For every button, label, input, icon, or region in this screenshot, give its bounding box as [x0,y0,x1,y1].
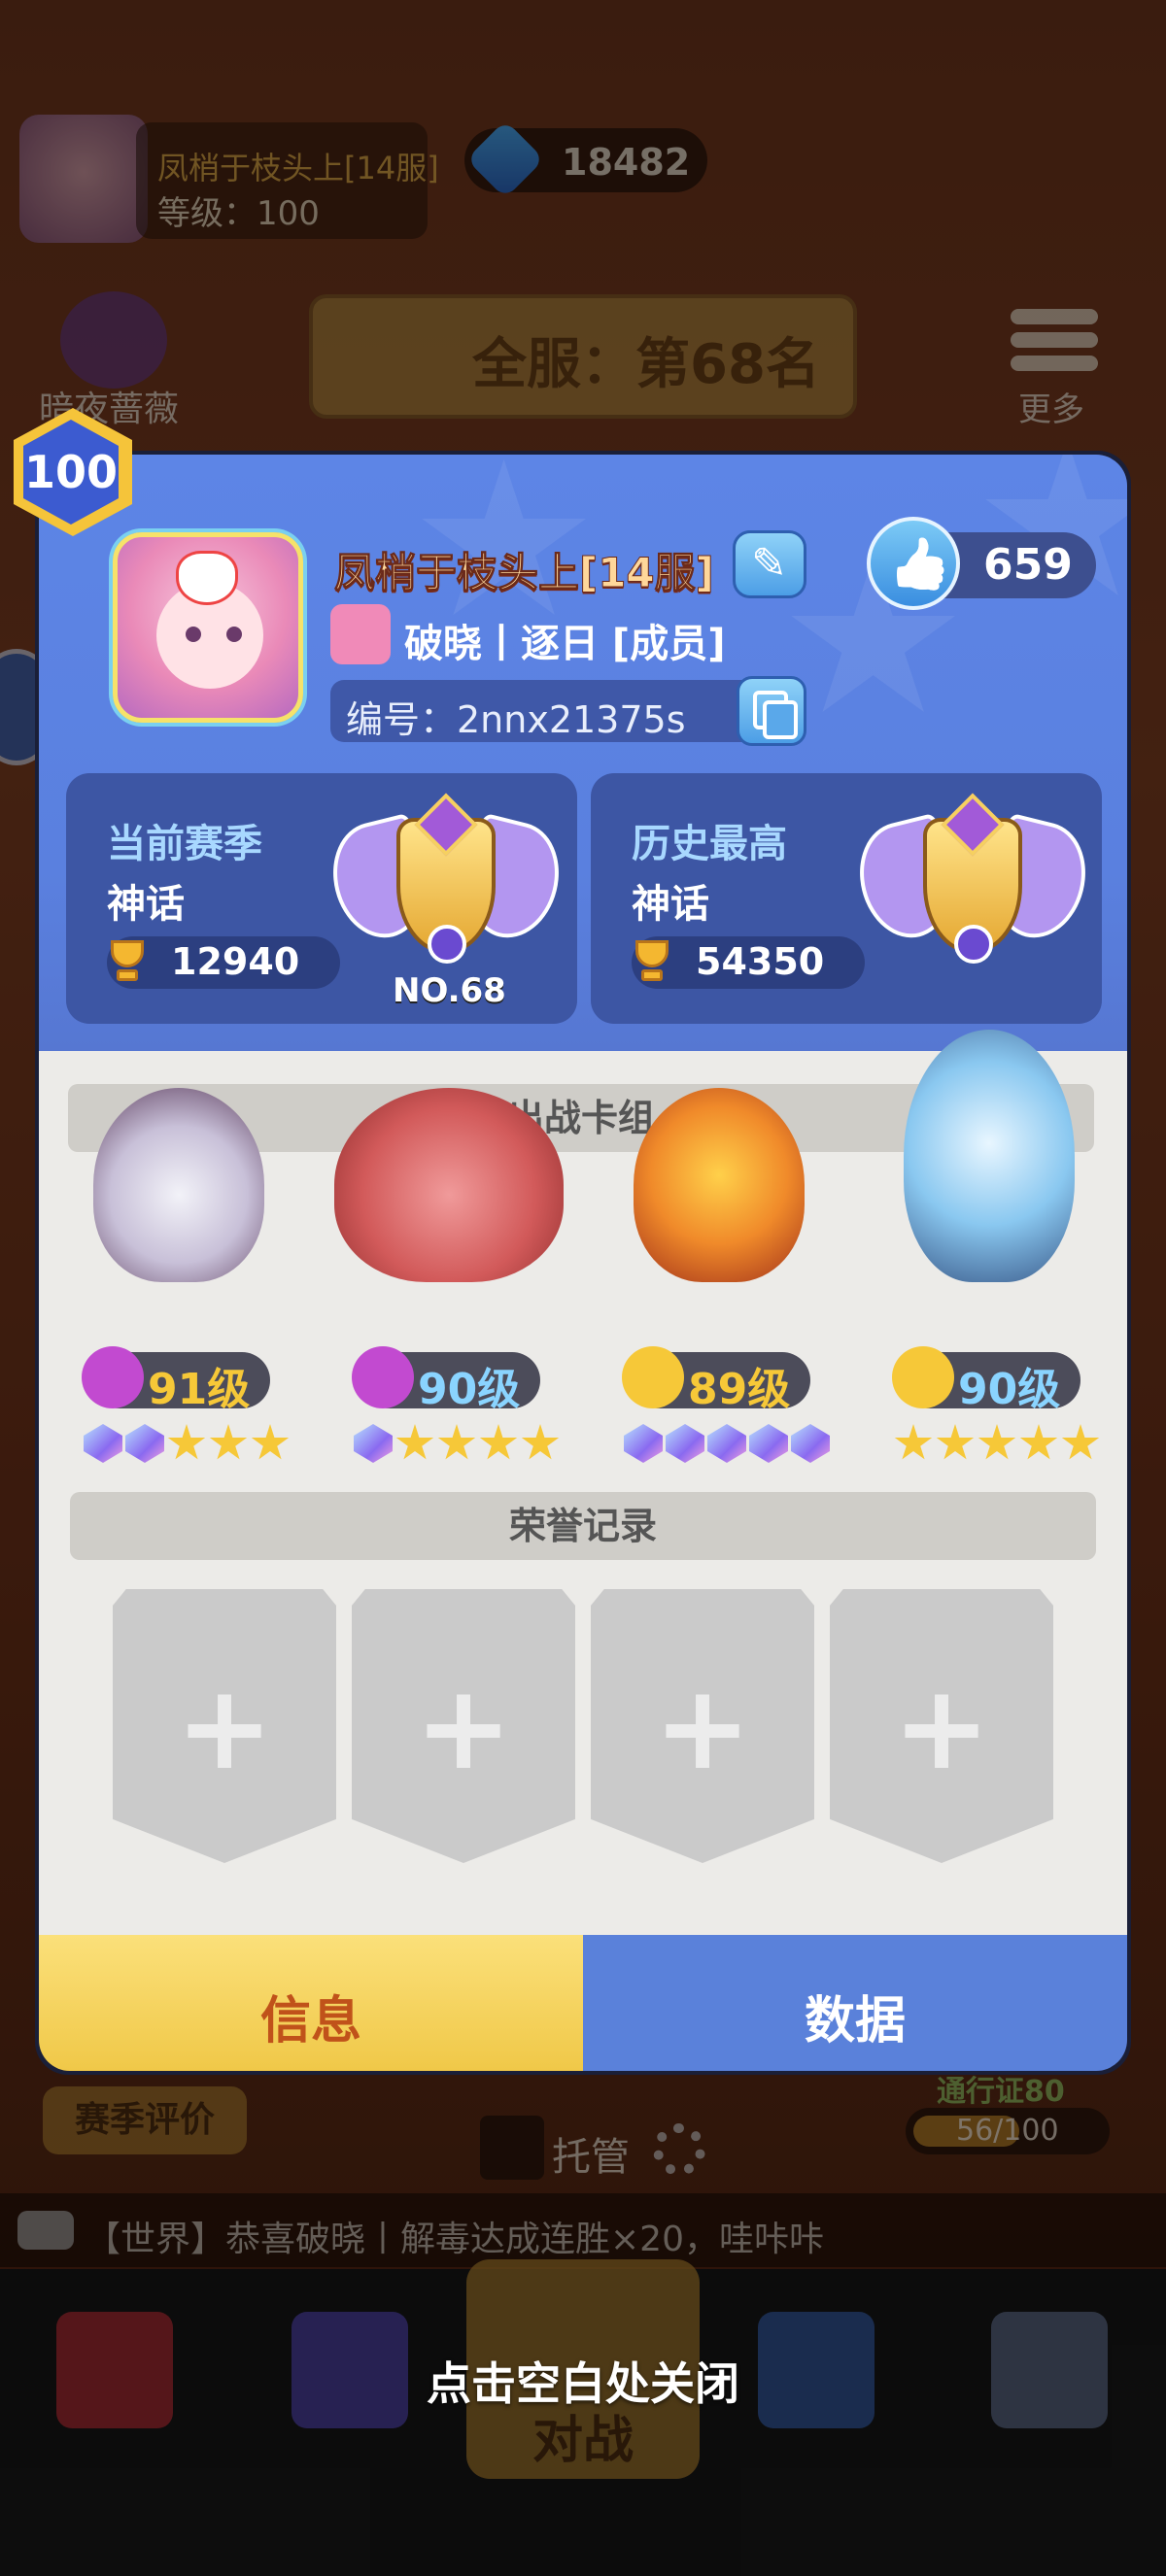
trophy-icon [103,938,150,985]
copy-id-button[interactable] [737,676,806,746]
gem-star-icon [354,1424,393,1463]
gold-star-icon [1061,1424,1100,1460]
guild-icon [330,604,391,664]
mythic-rank-emblem [847,793,1098,993]
hero-star-rating [624,1424,838,1467]
best-trophy-count: 54350 [696,940,825,983]
gold-star-icon [977,1424,1016,1460]
deck-hero-4[interactable]: 90级 [865,1030,1114,1467]
guild-name: 破晓丨逐日 [成员] [404,622,726,666]
flower-icon [622,1346,684,1408]
thumbs-up-icon[interactable] [867,517,960,610]
hero-portrait [93,1088,264,1282]
mythic-rank-emblem [321,793,571,993]
hero-portrait [634,1088,805,1282]
trophy-icon [628,938,674,985]
gold-star-icon [209,1424,248,1460]
current-season-tier: 神话 [107,882,185,927]
profile-avatar [113,532,303,723]
like-count: 659 [983,540,1073,590]
edit-name-button[interactable] [733,530,806,598]
gem-star-icon [791,1424,830,1463]
best-season-tier: 神话 [632,882,709,927]
gem-star-icon [624,1424,663,1463]
gem-star-icon [125,1424,164,1463]
tab-info-label: 信息 [259,1992,361,2051]
flower-icon [352,1346,414,1408]
gold-star-icon [894,1424,933,1460]
add-icon: + [175,1661,274,1796]
current-trophy-count: 12940 [171,940,300,983]
hero-star-rating [354,1424,567,1467]
gem-star-icon [707,1424,746,1463]
hero-star-rating [894,1424,1108,1467]
hero-portrait [904,1030,1075,1282]
hero-portrait [334,1088,564,1282]
add-icon: + [414,1661,513,1796]
close-hint: 点击空白处关闭 [427,2357,739,2410]
current-season-title: 当前赛季 [107,822,262,866]
gold-star-icon [521,1424,560,1460]
hero-star-rating [84,1424,297,1467]
gold-star-icon [479,1424,518,1460]
best-season-title: 历史最高 [632,822,787,866]
hero-level: 91级 [148,1365,251,1414]
gem-star-icon [749,1424,788,1463]
honor-section-header: 荣誉记录 [70,1492,1096,1560]
hero-level: 89级 [688,1365,791,1414]
hero-level: 90级 [958,1365,1061,1414]
gold-star-icon [251,1424,290,1460]
rank-number: NO.68 [393,971,506,1010]
flower-icon [82,1346,144,1408]
hero-level: 90级 [418,1365,521,1414]
avatar-eye [186,627,201,642]
flower-icon [892,1346,954,1408]
player-name: 凤梢于枝头上[14服] [334,549,715,597]
gold-star-icon [1019,1424,1058,1460]
add-icon: + [653,1661,752,1796]
tab-data[interactable]: 数据 [583,1935,1127,2071]
tab-data-label: 数据 [804,1992,906,2051]
gem-star-icon [84,1424,122,1463]
tab-info[interactable]: 信息 [39,1935,583,2071]
avatar-eye [226,627,242,642]
gold-star-icon [167,1424,206,1460]
gold-star-icon [437,1424,476,1460]
player-id: 编号：2nnx21375s [346,698,686,741]
avatar-mask [176,551,238,605]
gold-star-icon [936,1424,975,1460]
gem-star-icon [666,1424,704,1463]
deck-hero-3[interactable]: 89级 [595,1059,843,1467]
gold-star-icon [395,1424,434,1460]
add-icon: + [892,1661,991,1796]
deck-hero-2[interactable]: 90级 [325,1059,573,1467]
deck-hero-1[interactable]: 91级 [54,1059,303,1467]
